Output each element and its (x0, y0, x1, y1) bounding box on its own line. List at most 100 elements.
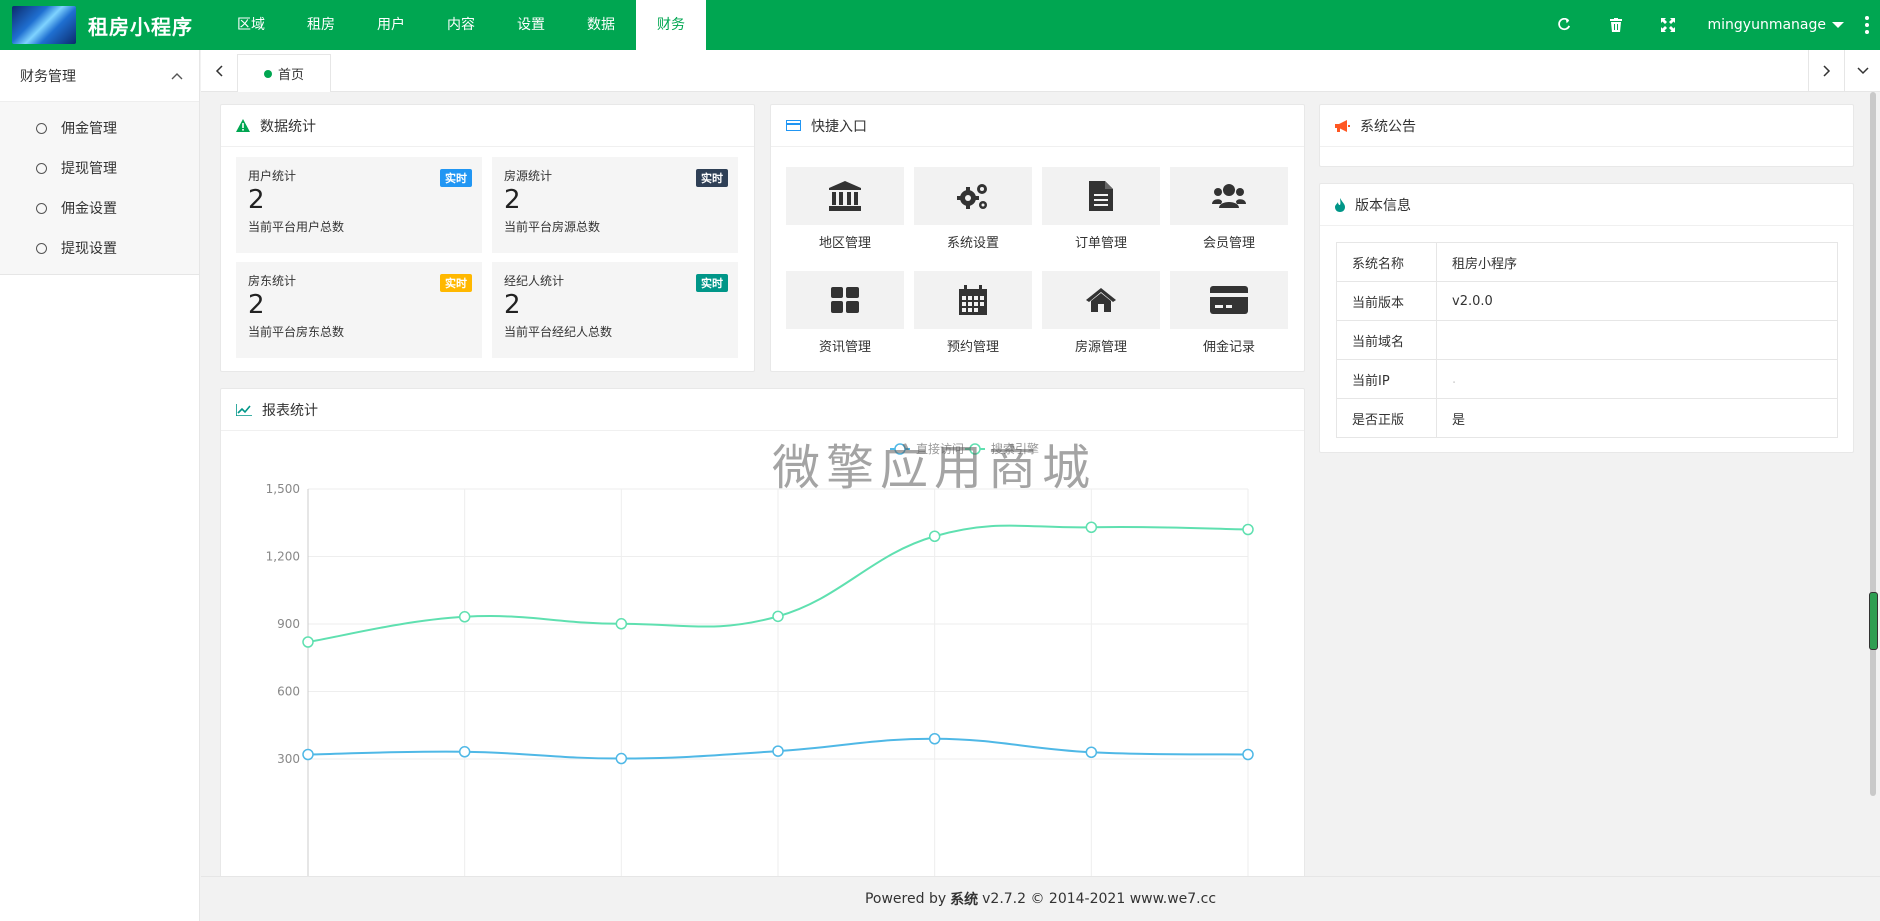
data-point (1085, 746, 1098, 758)
quick-item-label: 资讯管理 (818, 340, 871, 355)
stats-card: 数据统计 用户统计 实时 2 当前平台用户总数 房源统计 实时 2 当前平台房源… (220, 104, 755, 372)
nav-item-settings[interactable]: 设置 (496, 0, 566, 50)
realtime-badge: 实时 (440, 169, 472, 187)
footer-prefix: Powered by (864, 891, 947, 907)
nav-item-region[interactable]: 区域 (216, 0, 286, 50)
stat-value: 2 (504, 290, 521, 320)
fullscreen-icon[interactable] (1642, 0, 1694, 50)
nav-item-content[interactable]: 内容 (426, 0, 496, 50)
sidebar-item-withdraw-settings[interactable]: 提现设置 (0, 228, 199, 268)
fire-icon (1335, 197, 1345, 212)
stat-title: 用户统计 (248, 169, 297, 183)
more-vertical-icon[interactable] (1854, 0, 1880, 50)
report-card: 报表统计 300 600 900 1,200 1,500 直接访问 搜索引擎 (220, 388, 1305, 878)
chevron-left-icon[interactable] (201, 50, 237, 92)
stat-title: 经纪人统计 (504, 274, 565, 288)
quick-item-news[interactable]: 资讯管理 (786, 271, 904, 355)
user-menu[interactable]: mingyunmanage (1694, 17, 1855, 33)
announcement-card-title: 系统公告 (1360, 118, 1416, 135)
version-value: . (1436, 359, 1838, 399)
version-table: 系统名称 租房小程序 当前版本 v2.0.0 当前域名 当前IP. 是否正版是 (1336, 242, 1838, 438)
logo[interactable]: 租房小程序 (0, 0, 200, 50)
nav-item-rent[interactable]: 租房 (286, 0, 356, 50)
stat-title: 房源统计 (504, 169, 553, 183)
calendar-icon (914, 271, 1032, 329)
stat-title: 房东统计 (248, 274, 297, 288)
circle-icon (36, 122, 47, 134)
sidebar-item-commission[interactable]: 佣金管理 (0, 108, 199, 148)
chevron-right-icon[interactable] (1808, 50, 1844, 92)
table-row: 当前IP. (1336, 359, 1838, 399)
quick-item-system-settings[interactable]: 系统设置 (914, 167, 1032, 251)
version-key: 当前IP (1336, 359, 1437, 399)
sidebar-item-commission-settings[interactable]: 佣金设置 (0, 188, 199, 228)
tab-home[interactable]: 首页 (237, 54, 331, 92)
stat-value: 2 (504, 185, 521, 215)
quick-item-region[interactable]: 地区管理 (786, 167, 904, 251)
stat-houses: 房源统计 实时 2 当前平台房源总数 (492, 157, 738, 253)
sidebar-section-finance[interactable]: 财务管理 (0, 50, 199, 102)
version-value (1436, 320, 1838, 360)
realtime-badge: 实时 (440, 274, 472, 292)
quick-item-label: 系统设置 (946, 236, 999, 251)
logo-image (12, 6, 76, 44)
version-key: 是否正版 (1336, 398, 1437, 438)
quick-item-members[interactable]: 会员管理 (1170, 167, 1288, 251)
report-card-title: 报表统计 (262, 402, 318, 419)
table-row: 当前版本 v2.0.0 (1336, 281, 1838, 321)
quick-item-commission-records[interactable]: 佣金记录 (1170, 271, 1288, 355)
users-icon (1170, 167, 1288, 225)
tab-home-label: 首页 (277, 68, 304, 83)
quick-item-label: 订单管理 (1074, 236, 1127, 251)
bank-icon (786, 167, 904, 225)
data-point (1085, 521, 1098, 533)
active-dot-icon (263, 69, 272, 78)
document-icon (1042, 167, 1160, 225)
stat-value: 2 (248, 290, 265, 320)
grid-icon (786, 271, 904, 329)
top-header: 租房小程序 区域 租房 用户 内容 设置 数据 财务 mingyunmanage (0, 0, 1880, 50)
realtime-badge: 实时 (696, 169, 728, 187)
chevron-down-icon[interactable] (1844, 50, 1880, 92)
data-point (772, 745, 784, 757)
scroll-handle[interactable] (1869, 592, 1878, 650)
refresh-icon[interactable] (1538, 0, 1590, 50)
top-nav: 区域 租房 用户 内容 设置 数据 财务 (216, 0, 706, 50)
legend-swatch-point (894, 443, 906, 455)
username: mingyunmanage (1707, 17, 1827, 33)
sidebar-item-withdraw[interactable]: 提现管理 (0, 148, 199, 188)
version-key: 当前域名 (1336, 320, 1437, 360)
y-tick-label: 1,500 (266, 482, 300, 496)
table-row: 是否正版是 (1336, 398, 1838, 438)
tabs-bar: 首页 (201, 50, 1880, 92)
nav-item-data[interactable]: 数据 (566, 0, 636, 50)
stats-card-title: 数据统计 (260, 118, 316, 135)
stat-users: 用户统计 实时 2 当前平台用户总数 (236, 157, 482, 253)
data-point (458, 746, 471, 758)
sidebar-section-title: 财务管理 (20, 68, 76, 85)
version-card: 版本信息 系统名称 租房小程序 当前版本 v2.0.0 当前域名 当前IP. 是否正… (1319, 183, 1854, 453)
quick-card-title: 快捷入口 (811, 118, 867, 135)
version-card-title: 版本信息 (1355, 197, 1411, 214)
quick-item-orders[interactable]: 订单管理 (1042, 167, 1160, 251)
stat-agents: 经纪人统计 实时 2 当前平台经纪人总数 (492, 262, 738, 358)
sidebar-list: 佣金管理 提现管理 佣金设置 提现设置 (0, 102, 199, 275)
data-point (302, 636, 314, 648)
data-point (1242, 748, 1254, 761)
footer-copyright: v2.7.2 © 2014-2021 www.we7.cc (982, 891, 1217, 907)
stat-landlords: 房东统计 实时 2 当前平台房东总数 (236, 262, 482, 358)
nav-item-finance[interactable]: 财务 (636, 0, 706, 50)
data-point (1242, 523, 1254, 536)
table-row: 系统名称 租房小程序 (1336, 242, 1838, 282)
page-scrollbar[interactable] (1870, 92, 1876, 796)
quick-item-label: 预约管理 (946, 340, 999, 355)
nav-item-users[interactable]: 用户 (356, 0, 426, 50)
sidebar-item-label: 提现管理 (61, 161, 117, 177)
data-point (615, 618, 628, 630)
quick-item-appointments[interactable]: 预约管理 (914, 271, 1032, 355)
gears-icon (914, 167, 1032, 225)
trash-icon[interactable] (1590, 0, 1642, 50)
app-title: 租房小程序 (88, 14, 193, 39)
quick-item-houses[interactable]: 房源管理 (1042, 271, 1160, 355)
sidebar-item-label: 提现设置 (61, 241, 117, 257)
